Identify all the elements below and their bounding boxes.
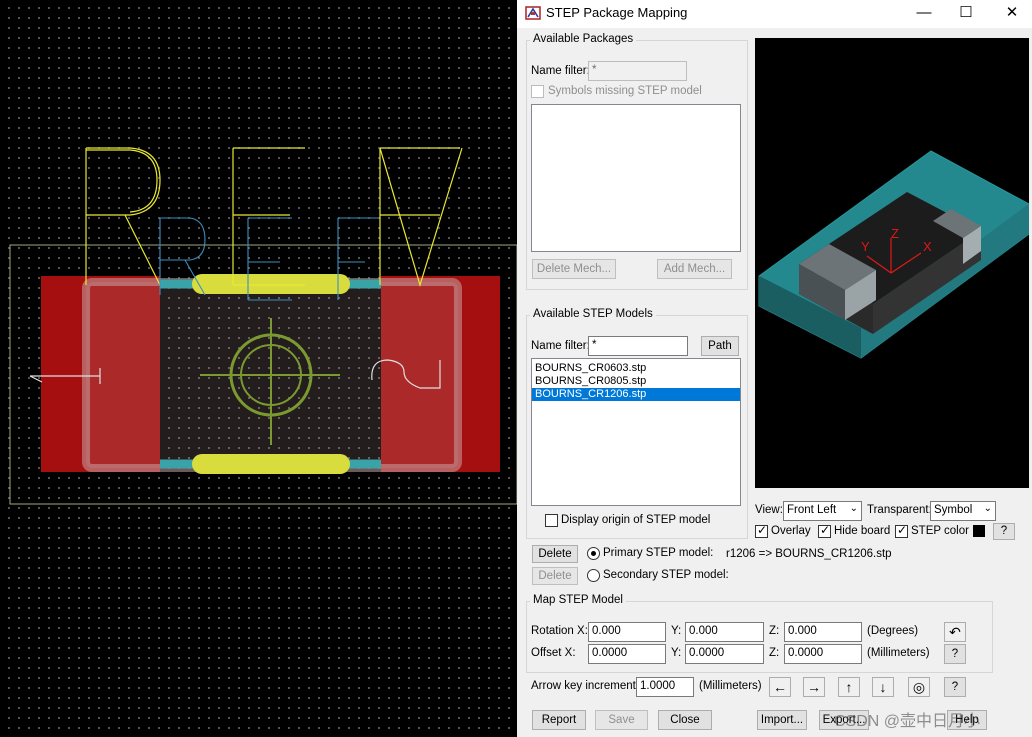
- arrow-key-unit: (Millimeters): [699, 680, 762, 692]
- hide-board-label: Hide board: [834, 525, 891, 537]
- list-item[interactable]: BOURNS_CR1206.stp: [532, 388, 740, 401]
- available-packages-title: Available Packages: [530, 33, 637, 45]
- packages-list[interactable]: [531, 104, 741, 252]
- axis-x-label: X: [923, 239, 932, 254]
- package-name-filter-input[interactable]: *: [588, 61, 687, 81]
- step-color-swatch[interactable]: [973, 525, 985, 537]
- arrow-right-icon[interactable]: →: [803, 677, 825, 697]
- overlay-checkbox[interactable]: [755, 523, 768, 538]
- silk-bar-bottom: [192, 454, 350, 474]
- reset-rotation-icon[interactable]: ↶: [944, 622, 966, 642]
- degrees-unit: (Degrees): [867, 625, 919, 637]
- minimize-icon[interactable]: —: [913, 3, 935, 23]
- resistor-3d-model: Y Z X: [758, 150, 1030, 359]
- map-step-model-title: Map STEP Model: [530, 594, 626, 606]
- step-models-list[interactable]: BOURNS_CR0603.stp BOURNS_CR0805.stp BOUR…: [531, 358, 741, 506]
- axis-y-label: Y: [861, 239, 870, 254]
- step-color-checkbox[interactable]: [895, 523, 908, 538]
- rotation-z-label: Z:: [769, 625, 780, 637]
- import-button[interactable]: Import...: [757, 710, 807, 730]
- offset-y-input[interactable]: 0.0000: [685, 644, 764, 664]
- arrow-down-icon[interactable]: ↓: [872, 677, 894, 697]
- app-icon: [525, 6, 541, 20]
- path-button[interactable]: Path: [701, 336, 739, 356]
- arrow-help-button[interactable]: ?: [944, 677, 966, 697]
- view-select[interactable]: Front Left ⌄: [783, 501, 862, 521]
- arrow-up-icon[interactable]: ↑: [838, 677, 860, 697]
- symbols-missing-checkbox[interactable]: [531, 85, 544, 98]
- title-bar: STEP Package Mapping — ☐ ✕: [517, 0, 1032, 28]
- available-step-models-title: Available STEP Models: [530, 308, 656, 320]
- view-help-button[interactable]: ?: [993, 523, 1015, 540]
- close-icon[interactable]: ✕: [1001, 3, 1023, 23]
- model-name-filter-input[interactable]: *: [588, 336, 688, 356]
- model-name-filter-label: Name filter:: [531, 340, 590, 352]
- step-package-mapping-dialog: STEP Package Mapping — ☐ ✕ Available Pac…: [517, 0, 1032, 737]
- rotation-y-input[interactable]: 0.000: [685, 622, 764, 642]
- close-button[interactable]: Close: [658, 710, 712, 730]
- offset-y-label: Y:: [671, 647, 682, 659]
- add-mech-button[interactable]: Add Mech...: [657, 259, 732, 279]
- rotation-x-input[interactable]: 0.000: [588, 622, 666, 642]
- watermark: CSDN @壶中日月小: [834, 713, 981, 730]
- overlay-label: Overlay: [771, 525, 811, 537]
- rotation-y-label: Y:: [671, 625, 682, 637]
- view-select-value: Front Left: [787, 504, 837, 516]
- rotation-z-input[interactable]: 0.000: [784, 622, 862, 642]
- delete-mech-button[interactable]: Delete Mech...: [532, 259, 616, 279]
- rotation-x-label: Rotation X:: [531, 625, 588, 637]
- hide-board-checkbox[interactable]: [818, 523, 831, 538]
- footprint-drawing: [9, 147, 517, 505]
- arrow-key-input[interactable]: 1.0000: [636, 677, 694, 697]
- list-item[interactable]: BOURNS_CR0603.stp: [532, 362, 740, 375]
- eye-icon[interactable]: ◎: [908, 677, 930, 697]
- offset-x-input[interactable]: 0.0000: [588, 644, 666, 664]
- symbols-missing-label: Symbols missing STEP model: [548, 85, 702, 97]
- silk-bar-top: [192, 274, 350, 294]
- delete-primary-button[interactable]: Delete: [532, 545, 578, 563]
- arrow-key-label: Arrow key increment:: [531, 680, 640, 692]
- transparent-select[interactable]: Symbol ⌄: [930, 501, 996, 521]
- save-button[interactable]: Save: [595, 710, 648, 730]
- window-title: STEP Package Mapping: [546, 5, 688, 20]
- primary-step-label: Primary STEP model:: [603, 547, 714, 559]
- package-name-filter-label: Name filter:: [531, 65, 590, 77]
- secondary-step-label: Secondary STEP model:: [603, 569, 729, 581]
- report-button[interactable]: Report: [532, 710, 586, 730]
- transparent-label: Transparent:: [867, 504, 932, 516]
- offset-z-label: Z:: [769, 647, 780, 659]
- axis-z-label: Z: [891, 226, 899, 241]
- display-origin-checkbox[interactable]: [545, 514, 558, 527]
- step-color-label: STEP color: [911, 525, 969, 537]
- map-help-button[interactable]: ?: [944, 644, 966, 664]
- secondary-step-radio[interactable]: [587, 569, 600, 582]
- arrow-left-icon[interactable]: ←: [769, 677, 791, 697]
- delete-secondary-button[interactable]: Delete: [532, 567, 578, 585]
- chevron-down-icon: ⌄: [849, 503, 858, 514]
- ref-text-large: [85, 147, 463, 288]
- view-label: View:: [755, 504, 783, 516]
- pcb-canvas[interactable]: [0, 0, 517, 737]
- step-3d-preview[interactable]: Y Z X: [755, 38, 1030, 488]
- primary-step-value: r1206 => BOURNS_CR1206.stp: [726, 548, 892, 560]
- maximize-icon[interactable]: ☐: [955, 3, 977, 23]
- list-item[interactable]: BOURNS_CR0805.stp: [532, 375, 740, 388]
- primary-step-radio[interactable]: [587, 547, 600, 560]
- transparent-select-value: Symbol: [934, 504, 973, 516]
- chevron-down-icon: ⌄: [983, 503, 992, 514]
- offset-z-input[interactable]: 0.0000: [784, 644, 862, 664]
- offset-x-label: Offset X:: [531, 647, 576, 659]
- millimeters-unit: (Millimeters): [867, 647, 930, 659]
- display-origin-label: Display origin of STEP model: [561, 514, 711, 526]
